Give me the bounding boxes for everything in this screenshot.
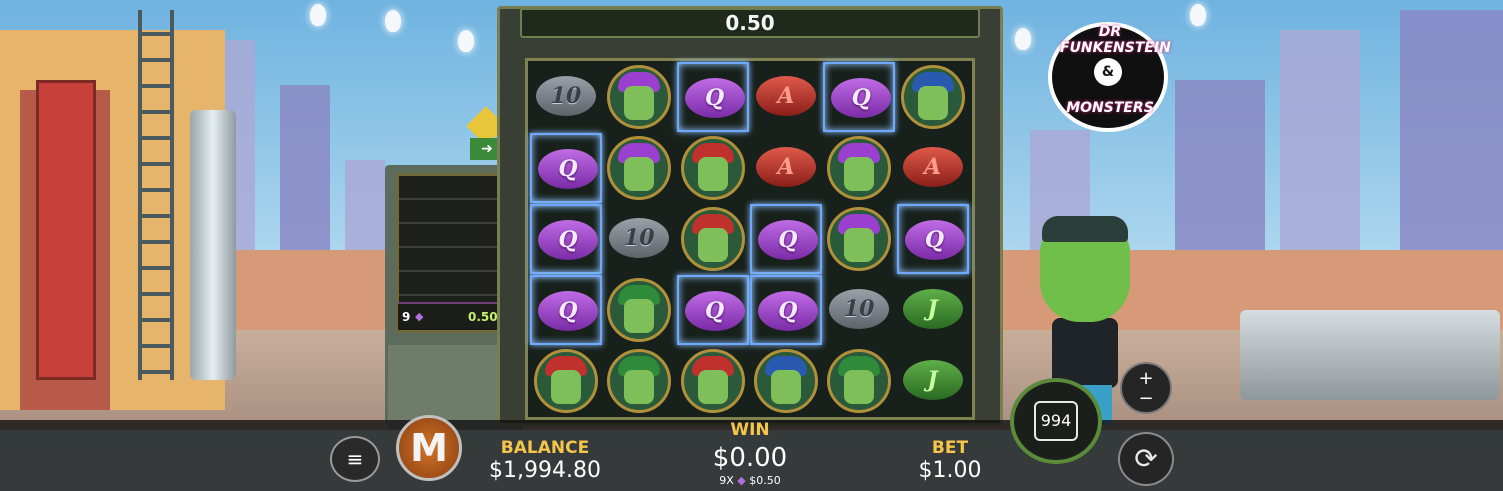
reel-cell [603,62,675,132]
logo-ampersand: & [1094,58,1122,86]
reel-cell [677,204,749,274]
bet-plus-icon[interactable]: + [1122,369,1170,389]
reel-cell: 10 [603,204,675,274]
building [280,85,330,255]
monster-character-hair [1042,216,1128,242]
bet-value: $1.00 [918,458,982,483]
ten-symbol: 10 [829,289,890,329]
green-monster-symbol-icon [607,278,672,342]
building [345,160,385,255]
reel-cell: J [897,346,969,416]
a-symbol: A [902,147,963,187]
reel-cell [603,346,675,416]
reel-cell: Q [676,275,749,345]
menu-button[interactable]: ≡ [330,436,380,482]
red-monster-symbol-icon [680,136,745,200]
purple-gem-icon: ◆ [737,474,750,487]
reel-cell: 10 [823,275,895,345]
ladder [138,10,174,380]
ten-symbol: 10 [609,218,670,258]
reel-cell [823,133,895,203]
reel-cell [603,275,675,345]
red-monster-symbol-icon [680,207,745,271]
win-detail: 9X ◆ $0.50 [690,474,810,487]
win-value: $0.00 [712,443,788,473]
reel-cell: A [897,133,969,203]
green-monster-symbol-icon [827,349,892,413]
reel-cell: Q [823,62,896,132]
spin-counter[interactable]: 994 [1034,401,1078,441]
reel-cell: Q [676,62,749,132]
air-duct [1240,310,1500,400]
purple-monster-symbol-icon [607,65,672,129]
q-symbol: Q [831,78,892,118]
q-symbol: Q [538,220,598,260]
bet-adjust-button[interactable]: + − [1120,362,1172,414]
readout-count: 9 [402,310,411,324]
purple-monster-symbol-icon [827,136,892,200]
reel-cell: A [750,133,822,203]
readout-value: 0.50 [468,310,498,324]
building [1175,80,1265,255]
red-door [36,80,96,380]
a-symbol: A [755,76,816,116]
bet-display-value: 0.50 [725,11,775,35]
reel-cell [677,133,749,203]
j-symbol: J [902,289,963,329]
autoplay-button[interactable]: ⟳ [1118,432,1174,486]
win-detail-value: $0.50 [749,474,781,487]
provider-logo: M [396,415,462,481]
balance-label: BALANCE [500,438,590,458]
logo-title: DR FUNKENSTEIN [1060,24,1171,56]
q-symbol: Q [684,78,745,118]
reel-cell: Q [530,204,602,274]
green-monster-symbol-icon [607,349,672,413]
reel-cell: Q [749,204,822,274]
purple-monster-symbol-icon [607,136,672,200]
j-symbol: J [902,360,963,400]
bet-minus-icon[interactable]: − [1122,389,1170,409]
purple-monster-symbol-icon [827,207,892,271]
a-symbol: A [755,147,816,187]
reel-cell: Q [749,275,822,345]
reel-cell [897,62,969,132]
blue-monster-symbol-icon [753,349,818,413]
win-label: WIN [730,420,770,440]
reel-cell [603,133,675,203]
blue-monster-symbol-icon [900,65,965,129]
reel-cell: J [897,275,969,345]
reel-cell: A [750,62,822,132]
red-monster-symbol-icon [680,349,745,413]
win-detail-count: 9X [719,474,734,487]
q-symbol: Q [904,220,965,260]
reel-cell [823,204,895,274]
red-monster-symbol-icon [534,349,598,413]
reel-cell: Q [530,275,602,345]
reel-cell: 10 [530,62,602,132]
q-symbol: Q [538,149,598,189]
reel-cell [677,346,749,416]
q-symbol: Q [538,291,598,331]
reel-cell [530,346,602,416]
reel-cell [750,346,822,416]
ten-symbol: 10 [536,76,596,116]
vent-pipe [190,110,236,380]
reel-cell: Q [530,133,602,203]
bet-label: BET [931,438,969,458]
building [1400,10,1503,255]
purple-gem-icon: ◆ [415,310,424,323]
q-symbol: Q [684,291,745,331]
reel-cell [823,346,895,416]
building [1280,30,1360,255]
logo-subtitle: MONSTERS [1066,100,1154,116]
reel-cell: Q [896,204,969,274]
balance-value: $1,994.80 [489,458,601,483]
q-symbol: Q [757,220,818,260]
q-symbol: Q [757,291,818,331]
